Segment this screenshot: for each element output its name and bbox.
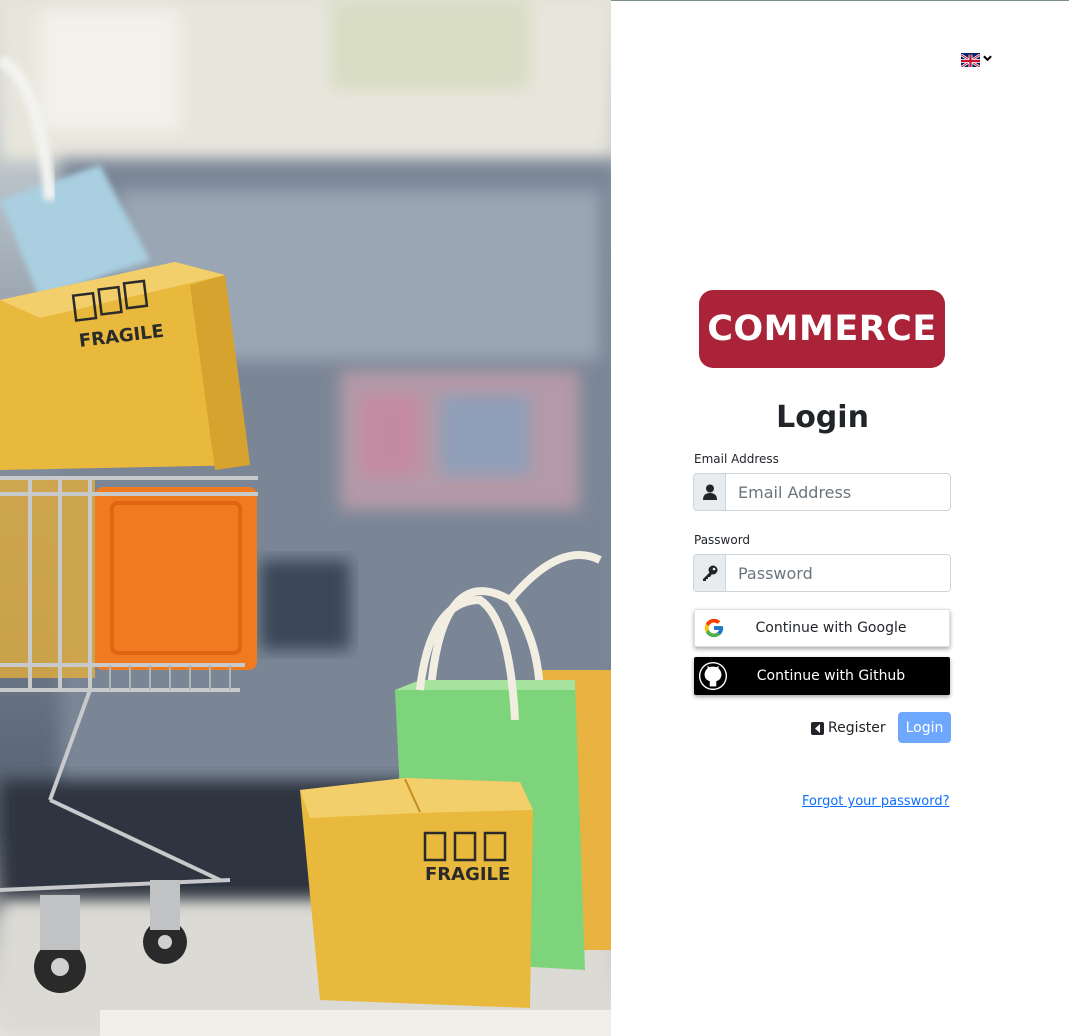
email-input-group <box>693 473 951 511</box>
github-icon <box>694 657 732 695</box>
email-label: Email Address <box>694 452 779 466</box>
forgot-password-link[interactable]: Forgot your password? <box>802 794 950 809</box>
google-icon <box>695 609 733 647</box>
login-button[interactable]: Login <box>898 712 951 743</box>
google-login-button[interactable]: Continue with Google <box>694 609 950 647</box>
register-link[interactable]: Register <box>811 719 886 737</box>
chevron-down-icon <box>983 55 992 65</box>
brand-logo-text: COMMERCE <box>707 309 937 349</box>
uk-flag-icon <box>961 53 980 67</box>
register-label: Register <box>828 720 886 736</box>
brand-logo: COMMERCE <box>699 290 945 368</box>
shopping-illustration: FRAGILE FRAGILE <box>0 0 611 1036</box>
key-icon <box>694 555 726 591</box>
fragile-label-bottom: FRAGILE <box>425 864 510 885</box>
caret-left-square-icon <box>811 721 824 735</box>
user-icon <box>694 474 726 510</box>
github-login-label: Continue with Github <box>756 668 906 684</box>
page-title: Login <box>776 400 869 435</box>
google-login-label: Continue with Google <box>755 620 907 636</box>
hero-image: FRAGILE FRAGILE <box>0 0 611 1036</box>
email-input[interactable] <box>726 474 950 510</box>
language-selector[interactable] <box>961 51 995 69</box>
password-input-group <box>693 554 951 592</box>
github-login-button[interactable]: Continue with Github <box>694 657 950 695</box>
password-input[interactable] <box>726 555 950 591</box>
password-label: Password <box>694 533 751 547</box>
